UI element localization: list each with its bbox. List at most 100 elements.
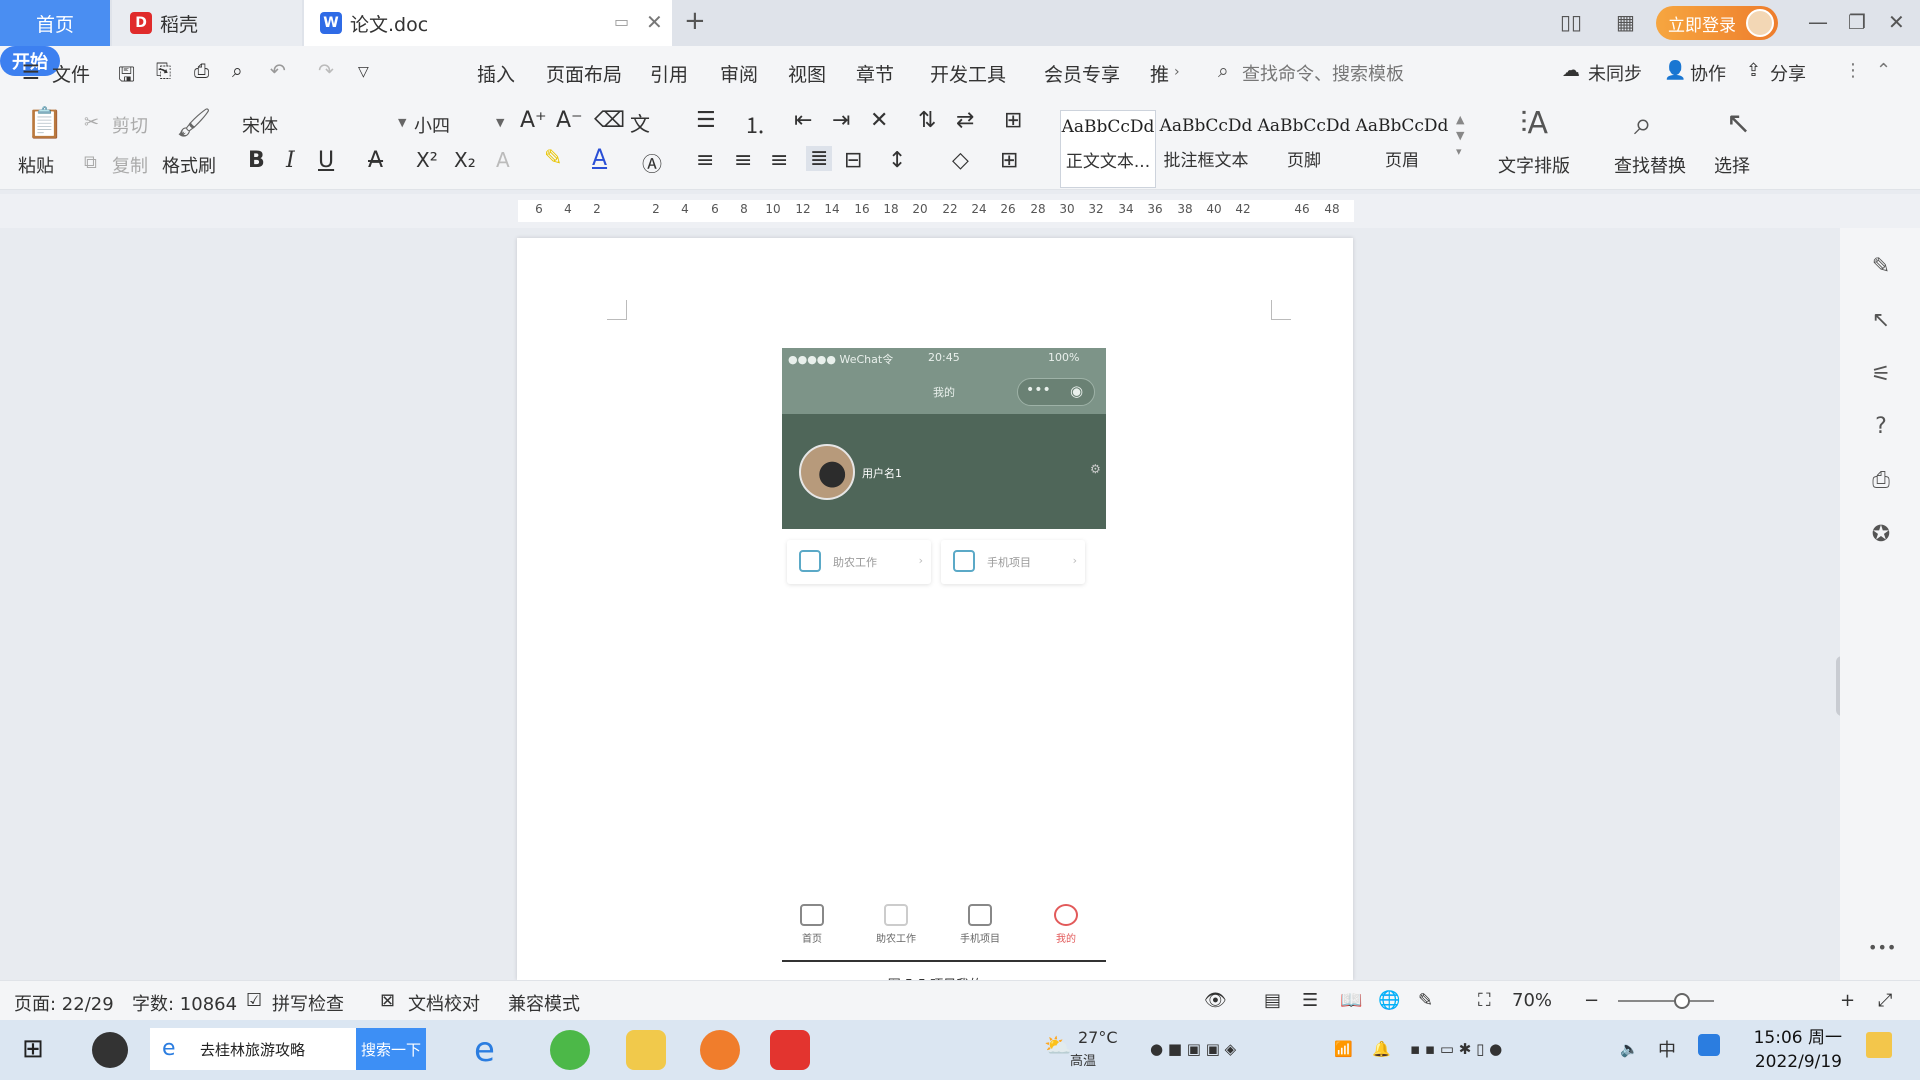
tab-document[interactable]: W 论文.doc ▭ ✕ <box>304 0 672 46</box>
windows-start-icon[interactable]: ⊞ <box>22 1034 44 1064</box>
document-page[interactable]: ●●●●● WeChat令 20:45 100% 我的 ••• ◉ 用户名1 ⚙… <box>517 238 1353 993</box>
taskbar-search-button[interactable]: 搜索一下 <box>356 1028 426 1070</box>
copy-button[interactable]: 复制 <box>112 152 148 178</box>
sort-icon[interactable]: ⇅ <box>918 108 936 133</box>
font-color-icon[interactable]: A <box>592 146 607 171</box>
notification-bell-icon[interactable]: 🔔 <box>1372 1040 1391 1058</box>
menu-developer[interactable]: 开发工具 <box>930 60 1006 87</box>
spell-check-button[interactable]: 拼写检查 <box>272 990 344 1016</box>
horizontal-ruler[interactable]: 6 4 2 2 4 6 8 10 12 14 16 18 20 22 24 26 28 30 32 34 36 38 40 4… <box>0 194 1920 228</box>
doc-proof-button[interactable]: 文档校对 <box>408 990 480 1016</box>
font-size-select[interactable]: 小四 <box>414 112 450 138</box>
action-center-icon[interactable] <box>1866 1032 1892 1058</box>
font-name-select[interactable]: 宋体 <box>242 112 278 138</box>
paste-icon[interactable]: 📋 <box>26 106 63 141</box>
style-footer[interactable]: AaBbCcDd 页脚 <box>1256 116 1352 171</box>
subscript-icon[interactable]: X₂ <box>454 148 476 172</box>
backup-icon[interactable]: ⎙ <box>1868 468 1894 494</box>
collaborate-button[interactable]: 协作 <box>1690 60 1726 86</box>
wps-office-icon[interactable] <box>770 1030 810 1070</box>
style-gallery-scroll-icon[interactable]: ▲ ▼ ▾ <box>1456 112 1464 160</box>
outline-view-icon[interactable]: ☰ <box>1302 990 1318 1011</box>
qq-input-icon[interactable] <box>1698 1034 1720 1056</box>
browser-app-icon[interactable] <box>92 1032 128 1068</box>
format-painter-button[interactable]: 格式刷 <box>162 152 216 178</box>
page-view-icon[interactable]: ▤ <box>1264 990 1281 1011</box>
text-layout-icon[interactable]: ⫶A <box>1520 106 1548 141</box>
print-icon[interactable]: ⎙ <box>194 60 209 82</box>
weather-temp[interactable]: 27°C <box>1078 1028 1118 1047</box>
increase-indent-icon[interactable]: ⇥ <box>832 108 850 133</box>
sync-status[interactable]: 未同步 <box>1588 60 1642 86</box>
more-tools-icon[interactable]: ••• <box>1868 938 1896 964</box>
bold-button[interactable]: B <box>248 148 265 173</box>
close-window-icon[interactable]: ✕ <box>1888 10 1905 34</box>
zoom-slider-track[interactable] <box>1618 1000 1714 1002</box>
reading-view-icon[interactable]: 📖 <box>1340 990 1362 1011</box>
clear-format-icon[interactable]: ⌫ <box>594 108 625 133</box>
menu-view[interactable]: 视图 <box>788 60 826 87</box>
show-marks-icon[interactable]: ⊞ <box>1004 108 1022 133</box>
highlight-icon[interactable]: ✎ <box>544 146 562 171</box>
style-normal-text[interactable]: AaBbCcDd 正文文本... <box>1060 110 1156 188</box>
align-left-icon[interactable]: ≡ <box>696 148 714 173</box>
ie-browser-icon[interactable]: e <box>474 1030 514 1070</box>
increase-font-icon[interactable]: A⁺ <box>520 108 547 133</box>
copy-icon[interactable]: ⧉ <box>84 152 97 173</box>
360-browser-icon[interactable] <box>550 1030 590 1070</box>
line-spacing-icon[interactable]: ↕ <box>888 148 906 173</box>
eye-protection-icon[interactable]: 👁 <box>1204 990 1227 1011</box>
italic-button[interactable]: I <box>286 148 295 173</box>
menu-member[interactable]: 会员专享 <box>1044 60 1120 87</box>
weather-icon[interactable]: ⛅ <box>1044 1034 1071 1059</box>
menu-chapter[interactable]: 章节 <box>856 60 894 87</box>
wifi-icon[interactable]: 📶 <box>1334 1040 1353 1058</box>
redo-icon[interactable]: ↷ <box>318 60 334 82</box>
zoom-in-icon[interactable]: + <box>1840 990 1855 1011</box>
mascot-app-icon[interactable] <box>700 1030 740 1070</box>
text-effect-icon[interactable]: A <box>496 148 510 172</box>
hamburger-menu-icon[interactable]: ☰ <box>22 60 40 84</box>
menu-more-chevron-icon[interactable]: › <box>1174 64 1180 80</box>
menu-page-layout[interactable]: 页面布局 <box>546 60 622 87</box>
volume-icon[interactable]: 🔈 <box>1620 1040 1639 1058</box>
compass-icon[interactable]: ✪ <box>1868 522 1894 548</box>
justify-icon[interactable]: ≣ <box>806 146 833 171</box>
save-icon[interactable]: 🖫 <box>118 60 135 94</box>
find-replace-icon[interactable]: ⌕ <box>1634 104 1652 143</box>
char-border-icon[interactable]: Ⓐ <box>642 148 662 177</box>
strikethrough-icon[interactable]: A <box>368 148 383 173</box>
zoom-out-icon[interactable]: − <box>1584 990 1599 1011</box>
pointer-icon[interactable]: ↖ <box>1868 308 1894 334</box>
layout-toggle-icon[interactable]: ▯▯ <box>1560 10 1582 34</box>
menu-references[interactable]: 引用 <box>650 60 688 87</box>
borders-icon[interactable]: ⊞ <box>1000 148 1018 173</box>
chinese-layout-icon[interactable]: ✕ <box>870 108 888 133</box>
font-size-dropdown-icon[interactable]: ▼ <box>496 116 504 129</box>
share-button[interactable]: 分享 <box>1770 60 1806 86</box>
tab-daoke[interactable]: D 稻壳 <box>112 0 302 46</box>
apps-grid-icon[interactable]: ▦ <box>1616 10 1635 34</box>
decrease-indent-icon[interactable]: ⇤ <box>794 108 812 133</box>
paste-button[interactable]: 粘贴 <box>18 152 54 178</box>
print-preview-icon[interactable]: ⌕ <box>232 60 243 82</box>
tray-more-icons[interactable]: ▪ ▪ ▭ ✱ ▯ ● <box>1410 1040 1502 1058</box>
shading-icon[interactable]: ◇ <box>952 148 969 173</box>
align-center-icon[interactable]: ≡ <box>734 148 752 173</box>
font-name-dropdown-icon[interactable]: ▼ <box>398 116 406 129</box>
restore-icon[interactable]: ❐ <box>1848 10 1866 34</box>
login-button[interactable]: 立即登录 <box>1656 6 1778 40</box>
find-replace-button[interactable]: 查找替换 <box>1614 152 1686 178</box>
text-layout-button[interactable]: 文字排版 <box>1498 152 1570 178</box>
taskbar-search-input[interactable]: e 去桂林旅游攻略 <box>150 1028 356 1070</box>
numbered-list-icon[interactable]: ⒈ <box>744 108 766 140</box>
format-painter-icon[interactable]: 🖌 <box>176 106 212 139</box>
close-tab-icon[interactable]: ✕ <box>646 10 663 34</box>
tab-home[interactable]: 首页 <box>0 0 110 46</box>
cut-button[interactable]: 剪切 <box>112 112 148 138</box>
menu-insert[interactable]: 插入 <box>477 60 515 87</box>
text-direction-icon[interactable]: ⇄ <box>956 108 974 133</box>
write-mode-icon[interactable]: ✎ <box>1418 990 1433 1011</box>
quick-access-dropdown-icon[interactable]: ▽ <box>358 64 369 80</box>
minimize-icon[interactable]: — <box>1808 10 1828 34</box>
